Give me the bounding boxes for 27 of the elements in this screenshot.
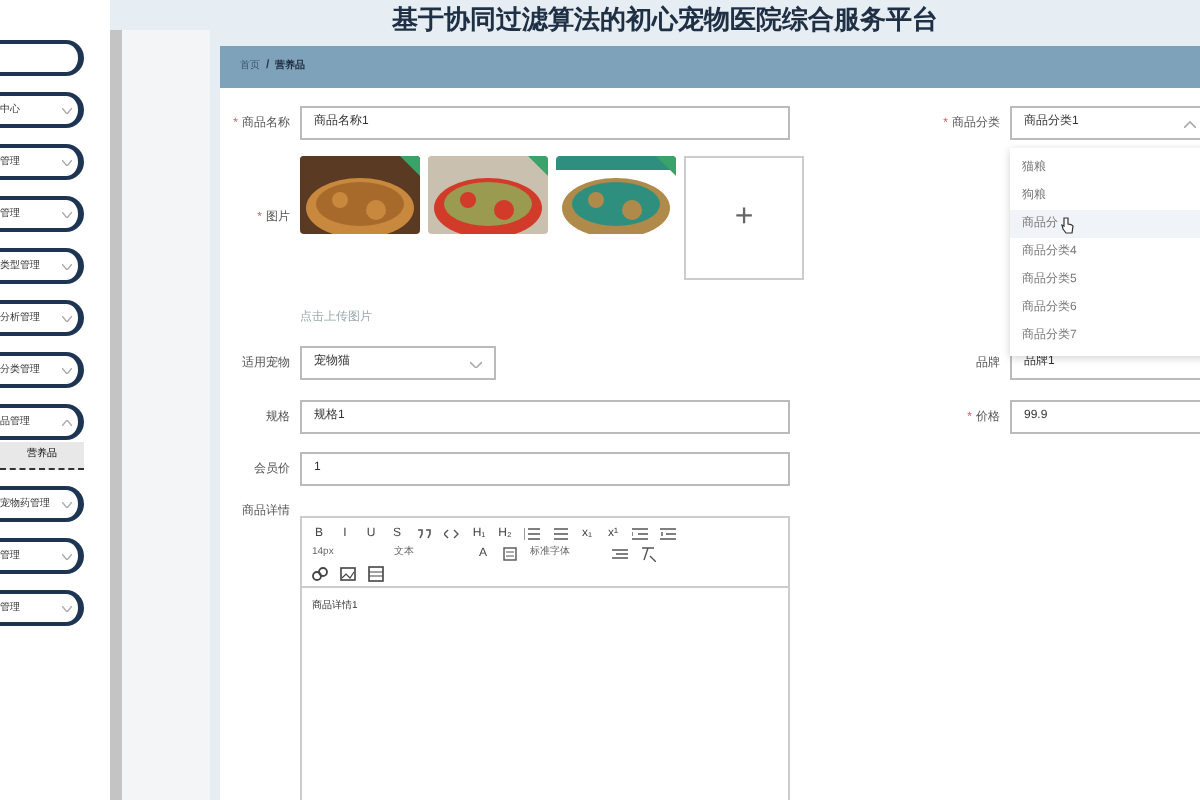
clear-format-icon[interactable]: [640, 545, 656, 561]
hand-cursor-icon: [1060, 215, 1074, 233]
code-icon[interactable]: [444, 525, 460, 541]
video-icon[interactable]: [368, 565, 384, 581]
chevron-icon: [62, 605, 72, 611]
indent-icon[interactable]: [660, 525, 676, 541]
upload-button[interactable]: +: [684, 156, 804, 280]
chevron-icon: [62, 315, 72, 321]
outdent-icon[interactable]: [632, 525, 648, 541]
chevron-icon: [62, 159, 72, 165]
numbered-list-icon[interactable]: [524, 525, 540, 541]
chevron-icon: [62, 107, 72, 113]
page-title: 基于协同过滤算法的初心宠物医院综合服务平台: [392, 6, 938, 32]
chevron-icon: [62, 553, 72, 559]
image-icon[interactable]: [340, 565, 356, 581]
chevron-icon: [62, 263, 72, 269]
quote-icon[interactable]: [416, 525, 432, 541]
chevron-icon: [62, 367, 72, 373]
sidebar-item[interactable]: [0, 40, 84, 76]
link-icon[interactable]: [312, 565, 328, 581]
chevron-icon: [62, 419, 72, 425]
highlight-icon[interactable]: [502, 545, 518, 561]
chevron-icon: [62, 501, 72, 507]
chevron-icon: [62, 211, 72, 217]
align-icon[interactable]: [612, 545, 628, 561]
bullet-list-icon[interactable]: [552, 525, 568, 541]
caret-icon: [470, 359, 482, 367]
